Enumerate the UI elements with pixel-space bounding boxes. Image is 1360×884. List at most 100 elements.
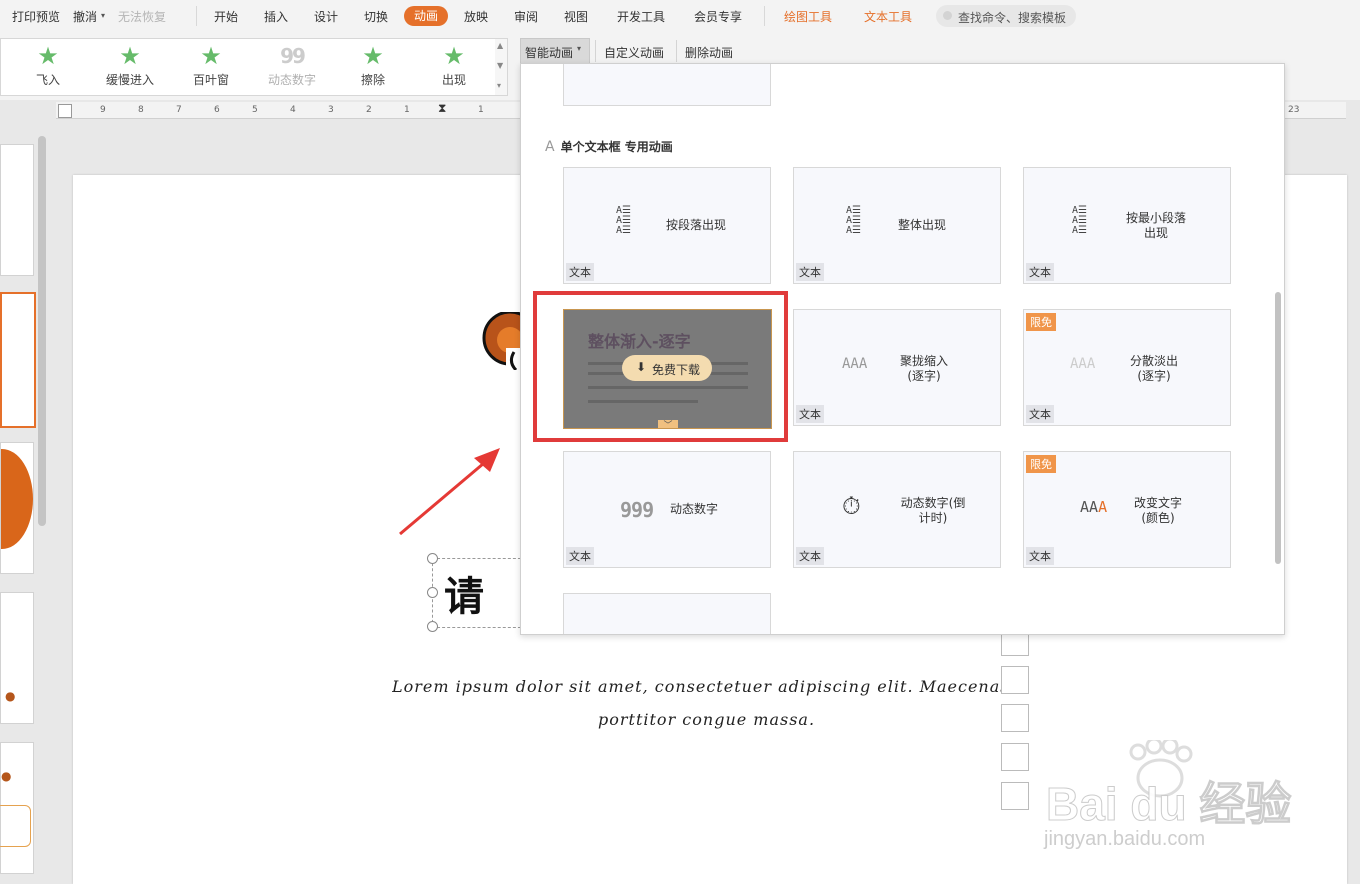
card-tag: 文本 xyxy=(796,405,824,423)
slide-thumbnail[interactable] xyxy=(0,442,34,574)
animation-gallery: ★ 飞入 ★ 缓慢进入 ★ 百叶窗 99 动态数字 ★ 擦除 ★ 出现 xyxy=(0,38,497,96)
tab-animation[interactable]: 动画 xyxy=(404,6,448,26)
animation-card[interactable] xyxy=(563,593,771,634)
panel-scrollbar[interactable] xyxy=(1275,292,1281,564)
slide-thumbnail[interactable] xyxy=(0,144,34,276)
red-highlight-box-annotation xyxy=(533,291,788,442)
slide-title-text[interactable]: 请 xyxy=(444,564,484,622)
timer-icon: ⏱ xyxy=(842,492,861,520)
undo-dropdown-icon[interactable]: ▾ xyxy=(101,11,105,20)
animation-card[interactable] xyxy=(563,64,771,106)
undo-button[interactable]: 撤消 xyxy=(73,8,97,25)
animation-card-countdown[interactable]: ⏱ 动态数字(倒计时) 文本 xyxy=(793,451,1001,568)
slide-body-text[interactable]: porttitor congue massa. xyxy=(598,710,815,729)
animation-card-scatter-fade[interactable]: 限免 AAA 分散淡出(逐字) 文本 xyxy=(1023,309,1231,426)
slide-thumbnail[interactable]: ● xyxy=(0,592,34,724)
tab-start[interactable]: 开始 xyxy=(214,8,238,25)
aaa-icon: AAA xyxy=(1070,356,1096,372)
tab-developer[interactable]: 开发工具 xyxy=(617,8,665,25)
tab-view[interactable]: 视图 xyxy=(564,8,588,25)
scroll-up-icon[interactable]: ▲ xyxy=(497,41,503,50)
divider xyxy=(595,40,596,62)
paragraph-icon: A☰ A☰ A☰ xyxy=(846,205,861,236)
divider xyxy=(196,6,197,26)
resize-handle[interactable] xyxy=(427,621,438,632)
free-badge: 限免 xyxy=(1026,313,1056,331)
card-tag: 文本 xyxy=(1026,547,1054,565)
dropdown-arrow-icon: ▾ xyxy=(577,44,582,53)
ruler-tick: 4 xyxy=(290,105,296,115)
section-heading: A 单个文本框 专用动画 xyxy=(545,138,673,155)
scroll-down-icon[interactable]: ▼ xyxy=(497,61,503,70)
card-tag: 文本 xyxy=(566,263,594,281)
animation-card-by-paragraph[interactable]: A☰ A☰ A☰ 按段落出现 文本 xyxy=(563,167,771,284)
free-badge: 限免 xyxy=(1026,455,1056,473)
animation-card-change-color[interactable]: 限免 AAA 改变文字(颜色) 文本 xyxy=(1023,451,1231,568)
ruler-tick: 2 xyxy=(366,105,372,115)
card-title: 动态数字(倒计时) xyxy=(900,496,966,525)
card-tag: 文本 xyxy=(566,547,594,565)
card-title: 聚拢缩入(逐字) xyxy=(899,354,948,383)
tab-text-tools[interactable]: 文本工具 xyxy=(864,8,912,25)
bear-icon: ● xyxy=(5,689,16,703)
tab-slideshow[interactable]: 放映 xyxy=(464,8,488,25)
animation-appear[interactable]: ★ 出现 xyxy=(419,43,489,93)
animation-slow-enter[interactable]: ★ 缓慢进入 xyxy=(95,43,165,93)
card-tag: 文本 xyxy=(1026,263,1054,281)
tab-review[interactable]: 审阅 xyxy=(514,8,538,25)
animation-label: 缓慢进入 xyxy=(105,73,154,87)
animation-card-whole-appear[interactable]: A☰ A☰ A☰ 整体出现 文本 xyxy=(793,167,1001,284)
print-preview-button[interactable]: 打印预览 xyxy=(12,8,60,25)
resize-handle[interactable] xyxy=(427,553,438,564)
slide-thumbnail-selected[interactable] xyxy=(0,292,36,428)
search-placeholder: 查找命令、搜索模板 xyxy=(958,11,1067,25)
divider xyxy=(764,6,765,26)
star-icon: ★ xyxy=(37,42,59,70)
slide-thumbnail[interactable]: ● xyxy=(0,742,34,874)
smart-animation-button[interactable]: 智能动画 ▾ xyxy=(520,38,590,64)
expand-gallery-icon[interactable]: ▾ xyxy=(497,81,501,90)
red-arrow-annotation xyxy=(399,448,500,536)
tab-design[interactable]: 设计 xyxy=(314,8,338,25)
number-99-icon: 99 xyxy=(280,44,306,68)
animation-label: 百叶窗 xyxy=(192,73,229,87)
gallery-scrollbar[interactable]: ▲ ▼ ▾ xyxy=(495,38,508,96)
thumbnail-frame-graphic xyxy=(0,805,31,847)
ruler-tick: 1 xyxy=(404,105,410,115)
animation-card-min-paragraph[interactable]: A☰ A☰ A☰ 按最小段落出现 文本 xyxy=(1023,167,1231,284)
animation-fly-in[interactable]: ★ 飞入 xyxy=(13,43,83,93)
text-a-icon: A xyxy=(545,139,555,155)
redo-button[interactable]: 无法恢复 xyxy=(118,8,166,25)
ruler-tick: 3 xyxy=(328,105,334,115)
animation-card-gather-shrink[interactable]: AAA 聚拢缩入(逐字) 文本 xyxy=(793,309,1001,426)
star-icon: ★ xyxy=(362,42,384,70)
tab-member[interactable]: 会员专享 xyxy=(694,8,742,25)
placeholder-square xyxy=(1001,704,1029,732)
ruler-tick: 7 xyxy=(176,105,182,115)
search-input[interactable]: 查找命令、搜索模板 xyxy=(936,5,1076,27)
ruler-tick: 23 xyxy=(1288,105,1300,115)
slide-body-text[interactable]: Lorem ipsum dolor sit amet, consectetuer… xyxy=(392,677,1028,696)
thumbnail-scrollbar[interactable] xyxy=(38,136,46,526)
ruler-indent-marker-icon[interactable]: ⧗ xyxy=(438,102,446,116)
paragraph-icon: A☰ A☰ A☰ xyxy=(1072,205,1087,236)
bear-icon: ● xyxy=(1,769,12,783)
card-title: 按最小段落出现 xyxy=(1125,211,1186,240)
tab-transition[interactable]: 切换 xyxy=(364,8,388,25)
animation-blinds[interactable]: ★ 百叶窗 xyxy=(176,43,246,93)
thumbnail-circle-graphic xyxy=(1,449,33,549)
delete-animation-button[interactable]: 删除动画 xyxy=(685,44,733,61)
tab-insert[interactable]: 插入 xyxy=(264,8,288,25)
placeholder-square xyxy=(1001,666,1029,694)
aaa-icon: AAA xyxy=(842,356,868,372)
animation-dynamic-number[interactable]: 99 动态数字 xyxy=(257,43,327,93)
animation-card-dynamic-number[interactable]: 999 动态数字 文本 xyxy=(563,451,771,568)
tab-drawing-tools[interactable]: 绘图工具 xyxy=(784,8,832,25)
ruler-tick: 5 xyxy=(252,105,258,115)
resize-handle[interactable] xyxy=(427,587,438,598)
animation-wipe[interactable]: ★ 擦除 xyxy=(338,43,408,93)
placeholder-square xyxy=(1001,782,1029,810)
divider xyxy=(676,40,677,62)
tab-stop-icon[interactable] xyxy=(58,104,72,118)
custom-animation-button[interactable]: 自定义动画 xyxy=(604,44,664,61)
